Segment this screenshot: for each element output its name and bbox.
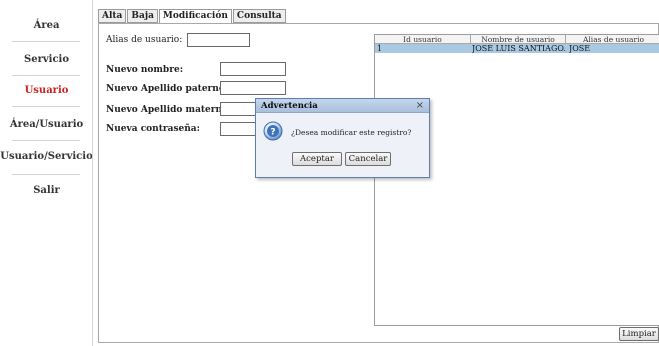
confirm-dialog: Advertencia × ? ¿Desea modificar este re… xyxy=(255,98,430,178)
users-table: Id usuario Nombre de usuario Alias de us… xyxy=(374,34,659,326)
sidebar-item-usuario-servicio[interactable]: Usuario/Servicio xyxy=(0,151,93,162)
tab-consulta[interactable]: Consulta xyxy=(232,9,286,23)
sidebar-item-usuario[interactable]: Usuario xyxy=(0,85,93,96)
column-header-alias[interactable]: Alias de usuario xyxy=(566,35,659,44)
apellido-paterno-label: Nuevo Apellido paterno: xyxy=(106,84,229,94)
cell-nombre: JOSÉ LUIS SANTIAGO... xyxy=(472,44,565,53)
tab-content: Alias de usuario: Nuevo nombre: Nuevo Ap… xyxy=(98,23,659,343)
tab-baja[interactable]: Baja xyxy=(127,9,158,23)
dialog-message: ¿Desea modificar este registro? xyxy=(291,128,412,137)
sidebar-separator xyxy=(12,174,80,175)
cell-id: 1 xyxy=(377,44,383,53)
question-icon: ? xyxy=(263,121,283,141)
tab-modificacion[interactable]: Modificación xyxy=(158,9,232,24)
apellido-paterno-input[interactable] xyxy=(220,81,286,95)
close-icon[interactable]: × xyxy=(416,99,424,112)
column-header-nombre[interactable]: Nombre de usuario xyxy=(471,35,566,44)
alias-input[interactable] xyxy=(187,33,250,47)
sidebar-item-area-usuario[interactable]: Área/Usuario xyxy=(0,119,93,130)
sidebar-separator xyxy=(12,140,80,141)
sidebar-separator xyxy=(12,75,80,76)
sidebar: Área Servicio Usuario Área/Usuario Usuar… xyxy=(0,0,93,346)
svg-text:?: ? xyxy=(270,128,275,138)
sidebar-item-area[interactable]: Área xyxy=(0,20,93,31)
sidebar-separator xyxy=(12,106,80,107)
column-header-id[interactable]: Id usuario xyxy=(375,35,471,44)
accept-button[interactable]: Aceptar xyxy=(292,152,342,166)
limpiar-button[interactable]: Limpiar xyxy=(619,327,659,341)
sidebar-item-servicio[interactable]: Servicio xyxy=(0,54,93,65)
cancel-button[interactable]: Cancelar xyxy=(345,152,391,166)
password-label: Nueva contraseña: xyxy=(106,124,200,134)
sidebar-separator xyxy=(12,41,80,42)
cell-alias: JOSE xyxy=(569,44,591,53)
alias-label: Alias de usuario: xyxy=(106,35,183,45)
sidebar-item-salir[interactable]: Salir xyxy=(0,185,93,196)
nombre-input[interactable] xyxy=(220,62,286,76)
apellido-materno-label: Nuevo Apellido materno: xyxy=(106,105,232,115)
tab-alta[interactable]: Alta xyxy=(98,9,127,23)
dialog-titlebar[interactable]: Advertencia × xyxy=(256,99,429,113)
dialog-title: Advertencia xyxy=(261,101,318,111)
nombre-label: Nuevo nombre: xyxy=(106,65,184,75)
